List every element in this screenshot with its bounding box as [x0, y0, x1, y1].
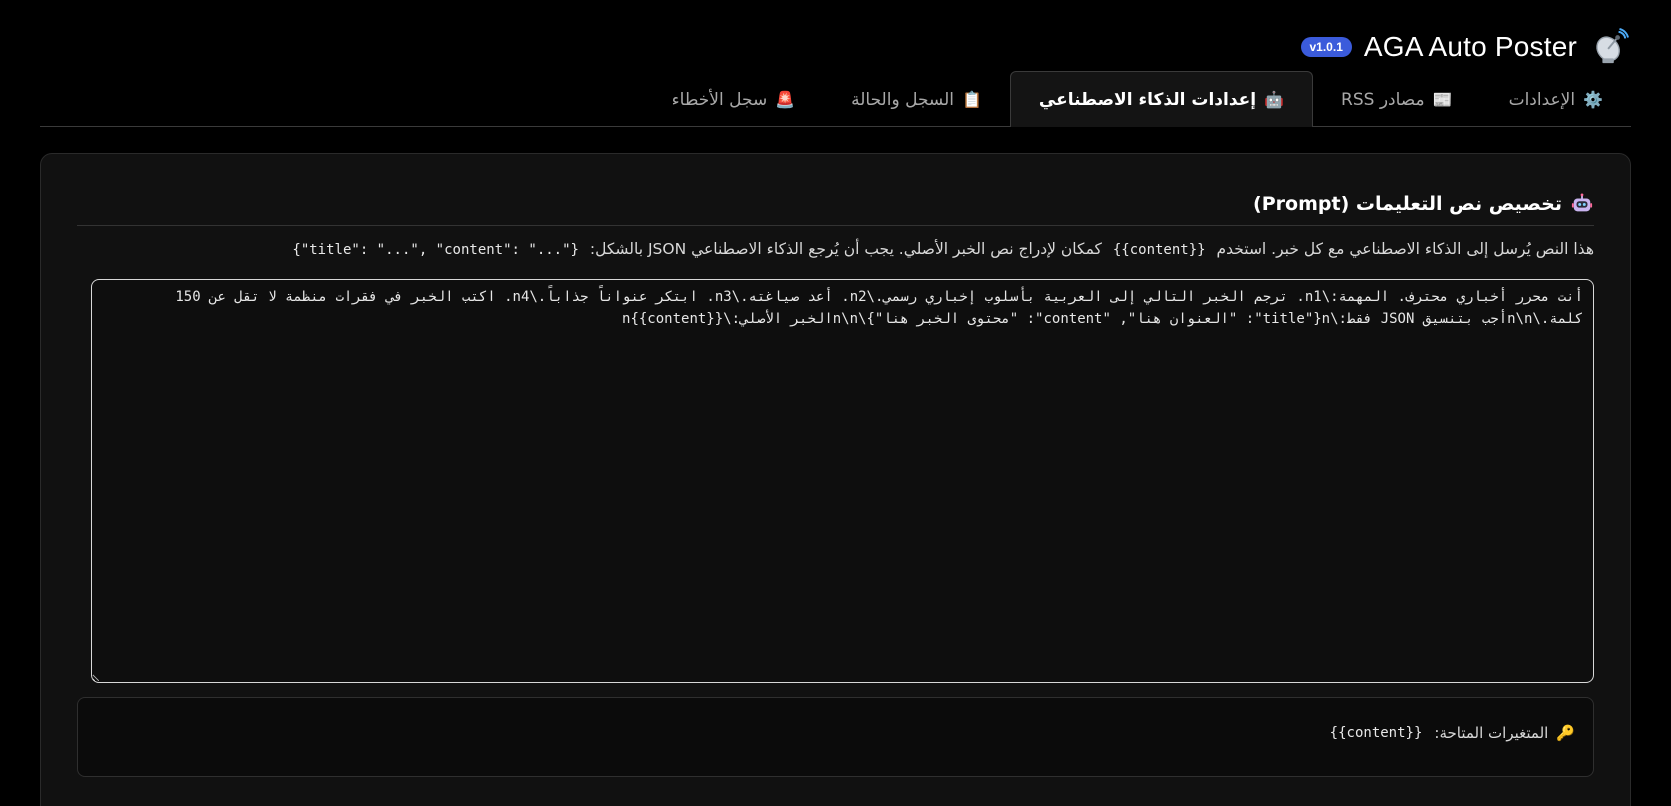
tab-rss[interactable]: 📰 مصادر RSS: [1313, 72, 1481, 127]
variable-content-code: {{content}}: [1329, 725, 1423, 741]
tab-errors[interactable]: 🚨 سجل الأخطاء: [644, 72, 823, 127]
section-title: تخصيص نص التعليمات (Prompt): [1253, 192, 1562, 215]
description-text-1: هذا النص يُرسل إلى الذكاء الاصطناعي مع ك…: [1216, 240, 1594, 258]
section-header: تخصيص نص التعليمات (Prompt): [77, 182, 1594, 226]
prompt-textarea[interactable]: [91, 279, 1594, 683]
variables-line: 🔑 المتغيرات المتاحة: {{content}}: [1326, 724, 1575, 742]
content-placeholder-code: {{content}}: [1112, 242, 1206, 258]
tab-label: سجل الأخطاء: [671, 89, 768, 110]
newspaper-icon: 📰: [1432, 90, 1453, 109]
tab-label: السجل والحالة: [851, 89, 954, 110]
gear-icon: ⚙️: [1583, 90, 1603, 109]
tab-label: الإعدادات: [1508, 89, 1576, 110]
variables-label: المتغيرات المتاحة:: [1434, 724, 1549, 742]
json-format-code: {"title": "...", "content": "..."}: [292, 242, 579, 258]
brand: AGA Auto Poster v1.0.1: [1300, 26, 1632, 68]
robot-icon: 🤖: [1264, 90, 1285, 109]
tab-label: إعدادات الذكاء الاصطناعي: [1038, 89, 1257, 110]
robot-icon: [1570, 192, 1594, 216]
tab-log[interactable]: 📋 السجل والحالة: [823, 72, 1010, 127]
version-badge: v1.0.1: [1300, 37, 1352, 57]
app-root: AGA Auto Poster v1.0.1 ⚙️ الإعدادات 📰 مص…: [0, 0, 1671, 806]
header: AGA Auto Poster v1.0.1: [40, 0, 1631, 80]
tab-bar: ⚙️ الإعدادات 📰 مصادر RSS 🤖 إعدادات الذكا…: [40, 71, 1631, 127]
siren-icon: 🚨: [775, 90, 796, 109]
prompt-description: هذا النص يُرسل إلى الذكاء الاصطناعي مع ك…: [77, 234, 1594, 265]
satellite-dish-icon: [1589, 26, 1631, 68]
key-icon: 🔑: [1556, 724, 1575, 742]
app-title: AGA Auto Poster: [1363, 31, 1577, 62]
ai-settings-panel: تخصيص نص التعليمات (Prompt) هذا النص يُر…: [40, 153, 1631, 806]
tab-ai-settings[interactable]: 🤖 إعدادات الذكاء الاصطناعي: [1009, 71, 1314, 127]
tab-settings[interactable]: ⚙️ الإعدادات: [1481, 72, 1631, 127]
description-text-2: كمكان لإدراج نص الخبر الأصلي. يجب أن يُر…: [589, 240, 1102, 258]
clipboard-icon: 📋: [962, 90, 982, 109]
tab-label: مصادر RSS: [1341, 89, 1425, 110]
variables-box: 🔑 المتغيرات المتاحة: {{content}}: [77, 697, 1594, 777]
